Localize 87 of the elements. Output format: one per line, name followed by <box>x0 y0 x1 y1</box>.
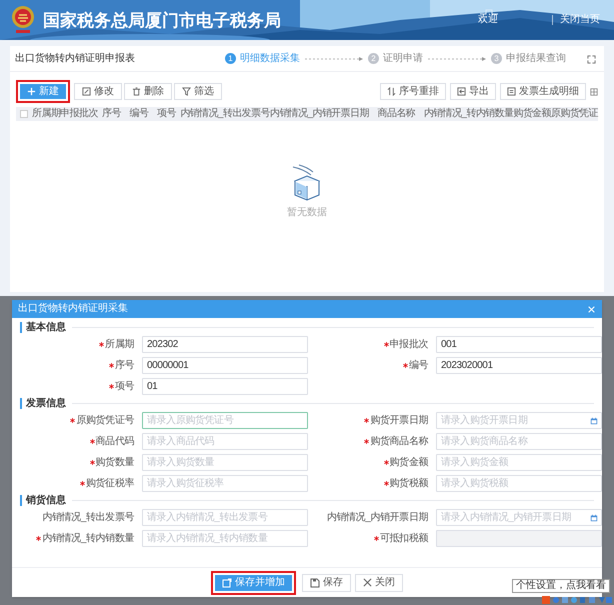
document-icon <box>507 87 516 96</box>
plus-icon <box>27 87 36 96</box>
section-title: 销货信息 <box>20 495 66 506</box>
filter-icon <box>182 87 191 96</box>
field-label: 购货数量 <box>96 456 134 468</box>
column-header: 项号 <box>156 108 177 120</box>
tooltip: 个性设置，点我看看 <box>512 579 610 593</box>
grid-icon <box>590 88 598 96</box>
field-label: 所属期 <box>105 338 134 350</box>
field-label: 购货金额 <box>390 456 428 468</box>
toolbar-button[interactable]: 删除 <box>124 83 172 100</box>
column-header: 原购货凭证 <box>551 108 598 120</box>
toolbar-button[interactable]: 发票生成明细 <box>500 83 586 100</box>
date-field[interactable]: 请录入内销情况_内销开票日期 <box>436 509 602 526</box>
section-title: 基本信息 <box>20 322 66 333</box>
emblem-icon <box>10 5 36 35</box>
column-header: 商品名称 <box>376 108 416 120</box>
input-field[interactable]: 202302 <box>142 336 308 353</box>
column-header: 编号 <box>128 108 150 120</box>
dialog-button[interactable]: 关闭 <box>355 574 403 592</box>
input-field[interactable]: 请录入购货税额 <box>436 475 602 492</box>
toolbar-button[interactable]: 序号重排 <box>380 83 446 100</box>
toolbar-button[interactable]: 筛选 <box>174 83 222 100</box>
dialog-button[interactable]: 保存 <box>302 574 351 592</box>
field-label: 商品代码 <box>96 436 134 448</box>
step-number: 1 <box>225 53 236 64</box>
step-number: 2 <box>368 53 379 64</box>
dialog-title: 出口货物转内销证明采集 <box>18 303 128 315</box>
field-label: 购货税额 <box>390 478 428 490</box>
field-label: 项号 <box>114 380 134 392</box>
tray-drawing <box>542 596 612 604</box>
input-field[interactable]: 请录入购货商品名称 <box>436 433 602 450</box>
field-label: 编号 <box>408 360 428 372</box>
step-label[interactable]: 申报结果查询 <box>506 51 566 66</box>
save-icon <box>310 578 320 588</box>
input-field[interactable]: 请录入购货金额 <box>436 454 602 471</box>
column-header: 所属期 <box>32 108 60 120</box>
input-field[interactable]: 01 <box>142 378 308 395</box>
field-label: 内销情况_内销开票日期 <box>326 512 428 524</box>
calendar-icon <box>590 514 598 522</box>
calendar-icon <box>590 417 598 425</box>
column-header: 内销情况_转内销数量 <box>424 108 514 120</box>
column-header: 申报批次 <box>60 108 98 120</box>
checkbox[interactable] <box>20 110 28 118</box>
step-number: 3 <box>491 53 502 64</box>
welcome-text: 欢迎 <box>478 14 498 26</box>
input-field[interactable]: 2023020001 <box>436 357 602 374</box>
close-icon <box>588 306 594 312</box>
field-label: 内销情况_转内销数量 <box>42 532 134 544</box>
field-label: 申报批次 <box>390 338 428 350</box>
field-label: 购货开票日期 <box>370 414 428 426</box>
column-header: 序号 <box>101 108 122 120</box>
input-field[interactable]: 001 <box>436 336 602 353</box>
save-icon <box>222 578 232 588</box>
step-arrow-icon <box>304 56 364 62</box>
input-field[interactable]: 请录入内销情况_转内销数量 <box>142 530 308 547</box>
field-label: 序号 <box>114 360 134 372</box>
toolbar-button[interactable]: 导出 <box>450 83 496 100</box>
close-icon <box>363 578 372 587</box>
export-icon <box>457 87 466 96</box>
column-header: 购货金额 <box>513 108 551 120</box>
toolbar-button[interactable]: 修改 <box>74 83 122 100</box>
input-field[interactable]: 请录入原购货凭证号 <box>142 412 308 429</box>
edit-icon <box>82 87 91 96</box>
sort-icon <box>387 87 396 96</box>
field-label: 内销情况_转出发票号 <box>42 512 134 524</box>
field-label: 购货商品名称 <box>370 436 428 448</box>
site-title: 国家税务总局厦门市电子税务局 <box>43 11 281 31</box>
step-arrow-icon <box>427 56 487 62</box>
input-field[interactable]: 请录入内销情况_转出发票号 <box>142 509 308 526</box>
section-title: 发票信息 <box>20 398 66 409</box>
input-field[interactable]: 请录入购货数量 <box>142 454 308 471</box>
input-field[interactable]: 请录入购货征税率 <box>142 475 308 492</box>
empty-text: 暂无数据 <box>287 206 327 220</box>
column-header: 内销情况_内销开票日期 <box>270 108 369 120</box>
close-button[interactable] <box>586 304 596 314</box>
field-label: 可抵扣税额 <box>380 532 428 544</box>
trash-icon <box>132 87 141 96</box>
date-field[interactable]: 请录入购货开票日期 <box>436 412 602 429</box>
field-label: 购货征税率 <box>86 478 134 490</box>
step-label[interactable]: 证明申请 <box>383 51 423 66</box>
column-header: 内销情况_转出发票号 <box>180 108 270 120</box>
page-title: 出口货物转内销证明申报表 <box>15 52 136 66</box>
input-field[interactable]: 请录入商品代码 <box>142 433 308 450</box>
fullscreen-icon <box>587 55 596 64</box>
field-label: 原购货凭证号 <box>76 414 134 426</box>
input-field[interactable]: 00000001 <box>142 357 308 374</box>
